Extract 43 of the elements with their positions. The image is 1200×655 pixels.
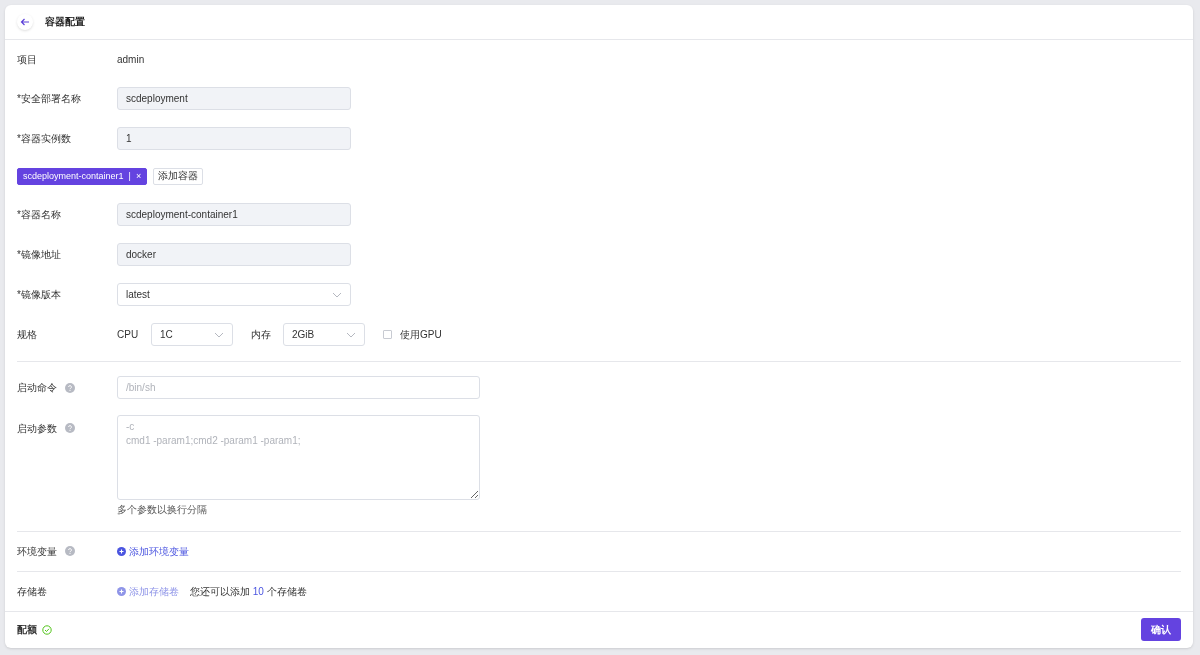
input-field[interactable]: /bin/sh	[117, 376, 480, 399]
plus-icon	[117, 586, 126, 596]
input-field[interactable]: scdeployment	[117, 87, 351, 110]
cpu-label: CPU	[117, 328, 140, 342]
hint-text: 多个参数以换行分隔	[117, 502, 208, 517]
add-link[interactable]: 添加环境变量	[117, 543, 189, 559]
field-label: 启动命令	[17, 381, 57, 395]
select-field[interactable]: latest	[117, 283, 351, 306]
input-field[interactable]: docker	[117, 243, 351, 266]
volume-limit-text: 您还可以添加 10 个存储卷	[190, 584, 307, 599]
chevron-down-icon	[346, 331, 356, 338]
field-label: *镜像版本	[17, 288, 61, 302]
help-icon	[65, 382, 75, 393]
field-label: 启动参数	[17, 421, 57, 436]
field-label: *容器名称	[17, 208, 61, 222]
memory-label: 内存	[251, 328, 272, 342]
page-title: 容器配置	[45, 15, 85, 30]
field-label: 存储卷	[17, 584, 47, 599]
input-field[interactable]: scdeployment-container1	[117, 203, 351, 226]
field-label: 环境变量	[17, 544, 57, 559]
plus-icon	[117, 546, 126, 556]
checkbox[interactable]	[383, 330, 392, 339]
field-label: *安全部署名称	[17, 92, 81, 106]
back-button[interactable]	[17, 13, 33, 30]
select-field[interactable]: 1C	[151, 323, 233, 346]
select-field[interactable]: 2GiB	[283, 323, 365, 346]
help-icon	[65, 546, 75, 557]
textarea-field[interactable]: -c cmd1 -param1;cmd2 -param1 -param1;	[117, 414, 480, 500]
project-value: admin	[117, 53, 145, 67]
chevron-down-icon	[332, 291, 342, 298]
add-container-button[interactable]: 添加容器	[153, 168, 204, 185]
confirm-button[interactable]: 确认	[1141, 618, 1181, 642]
input-field[interactable]: 1	[117, 127, 351, 150]
quota-label: 配额	[17, 623, 37, 638]
help-icon	[65, 423, 75, 433]
checkbox-label: 使用GPU	[400, 328, 442, 342]
field-label: 项目	[17, 53, 37, 67]
container-tab[interactable]: scdeployment-container1 | ×	[17, 168, 148, 185]
chevron-down-icon	[214, 331, 224, 338]
field-label: *镜像地址	[17, 248, 61, 262]
field-label: *容器实例数	[17, 132, 71, 146]
field-label: 规格	[17, 328, 37, 342]
arrow-left-icon	[20, 16, 30, 27]
